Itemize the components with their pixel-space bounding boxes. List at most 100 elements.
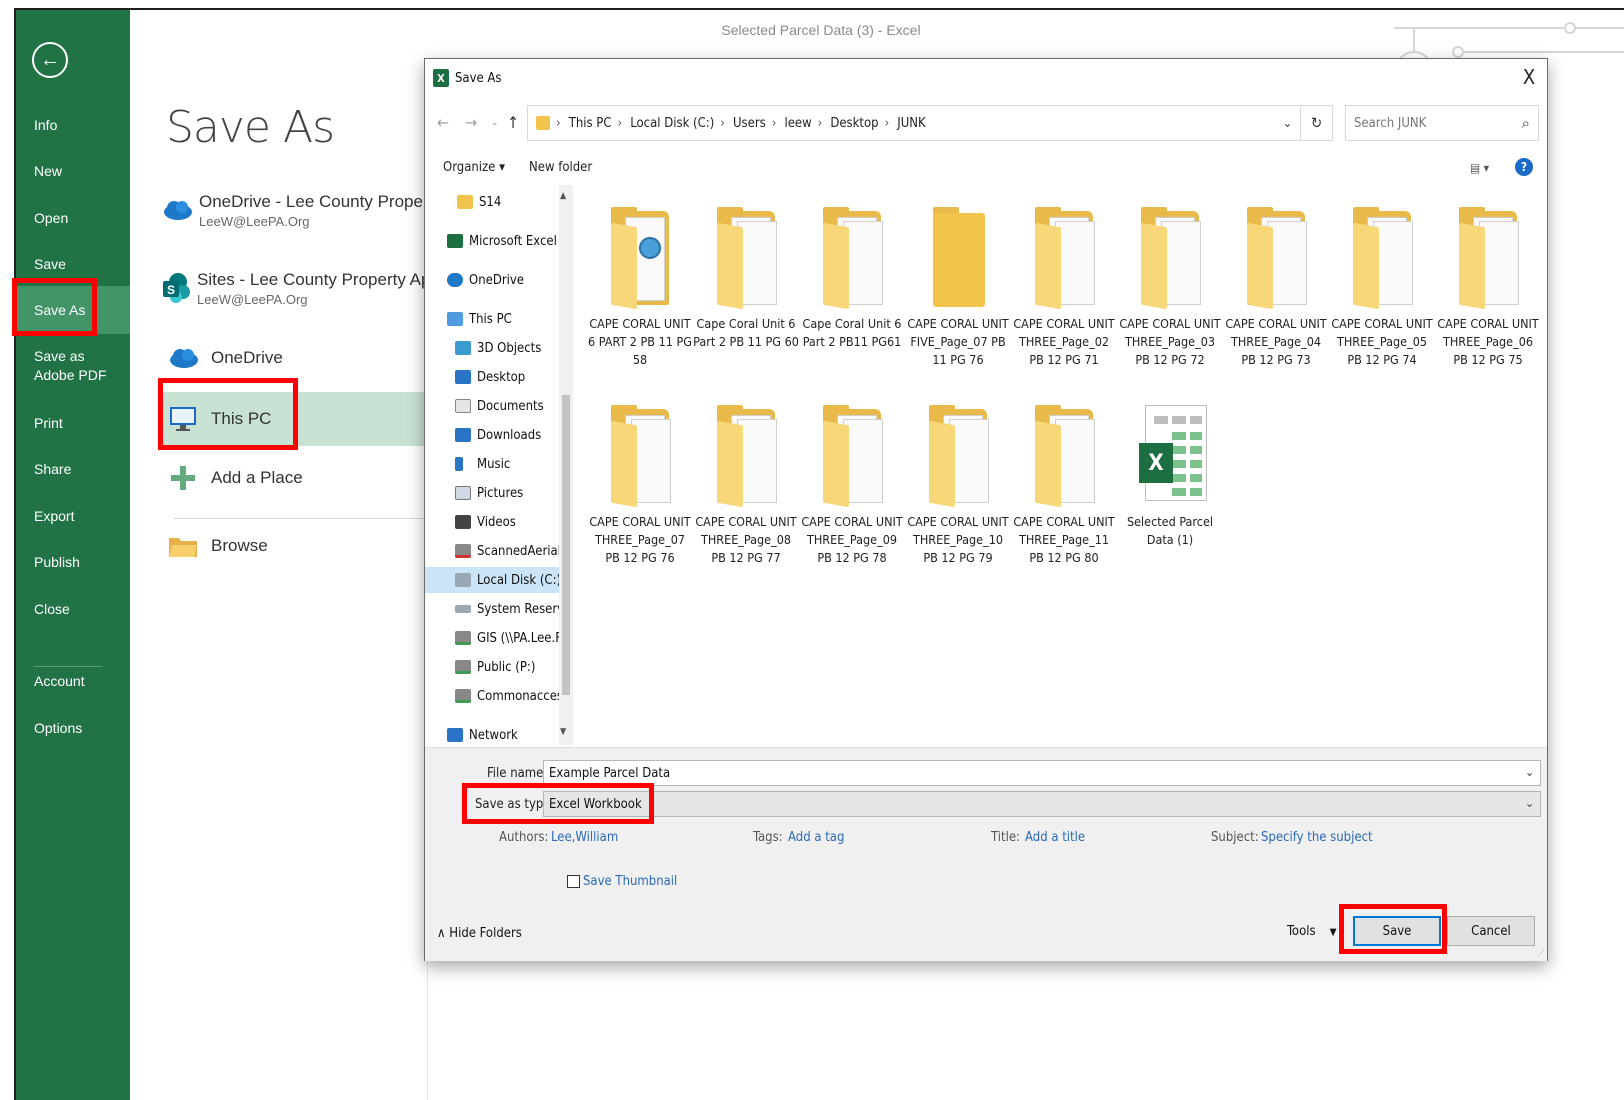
nav-pane-item[interactable]: ScannedAerialPD: [455, 538, 573, 564]
back-arrow-icon[interactable]: ←: [32, 42, 68, 78]
nav-new[interactable]: New: [16, 162, 130, 181]
place-sites-lee-county[interactable]: S Sites - Lee County Property App... Lee…: [161, 266, 454, 310]
save-button[interactable]: Save: [1353, 916, 1441, 946]
tags-value[interactable]: Add a tag: [788, 830, 844, 845]
cancel-button[interactable]: Cancel: [1447, 916, 1535, 946]
nav-pane-item[interactable]: Public (P:): [455, 654, 573, 680]
nav-save-as-pdf[interactable]: Save as Adobe PDF: [16, 347, 116, 385]
scroll-up-icon[interactable]: ▲: [560, 191, 566, 201]
nav-info[interactable]: Info: [16, 116, 130, 135]
place-onedrive-lee-county[interactable]: OneDrive - Lee County Property... LeeW@L…: [161, 188, 455, 232]
excel-icon: [447, 234, 463, 248]
file-tile[interactable]: CAPE CORAL UNIT THREE_Page_10 PB 12 PG 7…: [905, 401, 1011, 567]
nav-pane-item[interactable]: Microsoft Excel: [447, 228, 573, 254]
breadcrumb-junk[interactable]: JUNK: [897, 116, 925, 131]
file-tile[interactable]: CAPE CORAL UNIT THREE_Page_08 PB 12 PG 7…: [693, 401, 799, 567]
search-icon[interactable]: ⌕: [1522, 114, 1530, 132]
new-folder-button[interactable]: New folder: [529, 160, 592, 175]
file-tile[interactable]: CAPE CORAL UNIT THREE_Page_07 PB 12 PG 7…: [587, 401, 693, 567]
nav-pane-item[interactable]: S14: [457, 189, 573, 215]
nav-pane-item[interactable]: Network: [447, 722, 573, 745]
nav-pane-scroll-thumb[interactable]: [562, 395, 570, 695]
file-tile[interactable]: CAPE CORAL UNIT THREE_Page_03 PB 12 PG 7…: [1117, 203, 1223, 369]
nav-pane-item[interactable]: Music: [455, 451, 573, 477]
authors-value[interactable]: Lee,William: [551, 830, 618, 845]
disk-icon: [455, 573, 471, 587]
file-tile[interactable]: CAPE CORAL UNIT THREE_Page_09 PB 12 PG 7…: [799, 401, 905, 567]
hide-folders-button[interactable]: ∧ Hide Folders: [437, 926, 522, 941]
checkbox-icon[interactable]: [567, 875, 580, 888]
file-tile[interactable]: CAPE CORAL UNIT THREE_Page_05 PB 12 PG 7…: [1329, 203, 1435, 369]
file-tile[interactable]: CAPE CORAL UNIT THREE_Page_11 PB 12 PG 8…: [1011, 401, 1117, 567]
organize-button[interactable]: Organize ▾: [443, 160, 505, 175]
nav-pane-item[interactable]: Pictures: [455, 480, 573, 506]
place-name: Browse: [211, 536, 268, 555]
nav-open[interactable]: Open: [16, 209, 130, 228]
place-add-a-place[interactable]: Add a Place: [161, 456, 431, 500]
help-icon[interactable]: ?: [1515, 158, 1533, 176]
change-view-icon[interactable]: ▤ ▾: [1470, 161, 1489, 175]
file-name-field[interactable]: ⌄: [543, 760, 1541, 786]
save-thumbnail-checkbox[interactable]: Save Thumbnail: [567, 874, 677, 889]
nav-pane-item[interactable]: Documents: [455, 393, 573, 419]
nav-pane-item[interactable]: Downloads: [455, 422, 573, 448]
chevron-down-icon[interactable]: ⌄: [1525, 796, 1534, 810]
search-input[interactable]: [1354, 115, 1504, 131]
folder-icon: [799, 401, 905, 511]
breadcrumb-leew[interactable]: leew: [784, 116, 811, 131]
file-tile[interactable]: CAPE CORAL UNIT THREE_Page_02 PB 12 PG 7…: [1011, 203, 1117, 369]
nav-pane-item[interactable]: Commonaccess: [455, 683, 573, 709]
file-tile[interactable]: X Selected Parcel Data (1): [1117, 401, 1223, 549]
chevron-down-icon[interactable]: ⌄: [1525, 765, 1534, 779]
nav-pane-item[interactable]: System Reserved: [455, 596, 573, 622]
place-this-pc[interactable]: This PC: [161, 392, 429, 446]
file-name-input[interactable]: [549, 765, 1491, 781]
music-icon: [455, 457, 463, 471]
nav-save[interactable]: Save: [16, 255, 130, 274]
search-field[interactable]: ⌕: [1345, 105, 1539, 141]
nav-close[interactable]: Close: [16, 600, 130, 619]
nav-pane-item[interactable]: OneDrive: [447, 267, 573, 293]
nav-options[interactable]: Options: [16, 719, 130, 738]
nav-pane-item[interactable]: 3D Objects: [455, 335, 573, 361]
file-tile[interactable]: CAPE CORAL UNIT THREE_Page_06 PB 12 PG 7…: [1435, 203, 1541, 369]
nav-pane-item[interactable]: This PC: [447, 306, 573, 332]
nav-save-as[interactable]: Save As: [16, 286, 130, 334]
scroll-down-icon[interactable]: ▼: [560, 727, 566, 737]
refresh-icon[interactable]: ↻: [1300, 106, 1332, 140]
download-icon: [455, 428, 471, 442]
save-type-select[interactable]: Excel Workbook ⌄: [543, 791, 1541, 817]
title-value[interactable]: Add a title: [1025, 830, 1085, 845]
recent-locations-icon[interactable]: ⌄: [491, 117, 499, 128]
up-arrow-icon[interactable]: ↑: [507, 113, 519, 132]
file-tile[interactable]: Cape Coral Unit 6 Part 2 PB 11 PG 60: [693, 203, 799, 351]
nav-pane-item[interactable]: Desktop: [455, 364, 573, 390]
place-browse[interactable]: Browse: [161, 524, 431, 568]
nav-pane-item[interactable]: Local Disk (C:): [425, 567, 559, 593]
nav-pane-item[interactable]: GIS (\\PA.Lee.FL.: [455, 625, 573, 651]
forward-arrow-icon[interactable]: →: [465, 113, 477, 132]
chevron-down-icon[interactable]: ⌄: [1283, 116, 1292, 130]
nav-publish[interactable]: Publish: [16, 553, 130, 572]
file-tile[interactable]: CAPE CORAL UNIT THREE_Page_04 PB 12 PG 7…: [1223, 203, 1329, 369]
nav-pane-item[interactable]: Videos: [455, 509, 573, 535]
nav-share[interactable]: Share: [16, 460, 130, 479]
nav-export[interactable]: Export: [16, 507, 130, 526]
nav-print[interactable]: Print: [16, 414, 130, 433]
tools-dropdown[interactable]: Tools ▼: [1287, 924, 1337, 939]
close-icon[interactable]: X: [1517, 65, 1541, 89]
nav-account[interactable]: Account: [16, 672, 130, 691]
file-tile[interactable]: CAPE CORAL UNIT FIVE_Page_07 PB 11 PG 76: [905, 203, 1011, 369]
breadcrumb-this-pc[interactable]: This PC: [569, 116, 612, 131]
subject-value[interactable]: Specify the subject: [1261, 830, 1373, 845]
breadcrumb-desktop[interactable]: Desktop: [830, 116, 878, 131]
breadcrumb-local-disk[interactable]: Local Disk (C:): [630, 116, 714, 131]
file-tile[interactable]: CAPE CORAL UNIT 6 PART 2 PB 11 PG 58: [587, 203, 693, 369]
breadcrumb-users[interactable]: Users: [733, 116, 766, 131]
place-name: OneDrive: [211, 348, 283, 367]
resize-grip-icon[interactable]: ⋰: [1537, 949, 1545, 959]
file-tile[interactable]: Cape Coral Unit 6 Part 2 PB11 PG61: [799, 203, 905, 351]
place-onedrive[interactable]: OneDrive: [161, 336, 431, 380]
back-arrow-icon[interactable]: ←: [437, 113, 449, 132]
address-bar[interactable]: › This PC › Local Disk (C:) › Users › leew ›…: [527, 105, 1333, 141]
